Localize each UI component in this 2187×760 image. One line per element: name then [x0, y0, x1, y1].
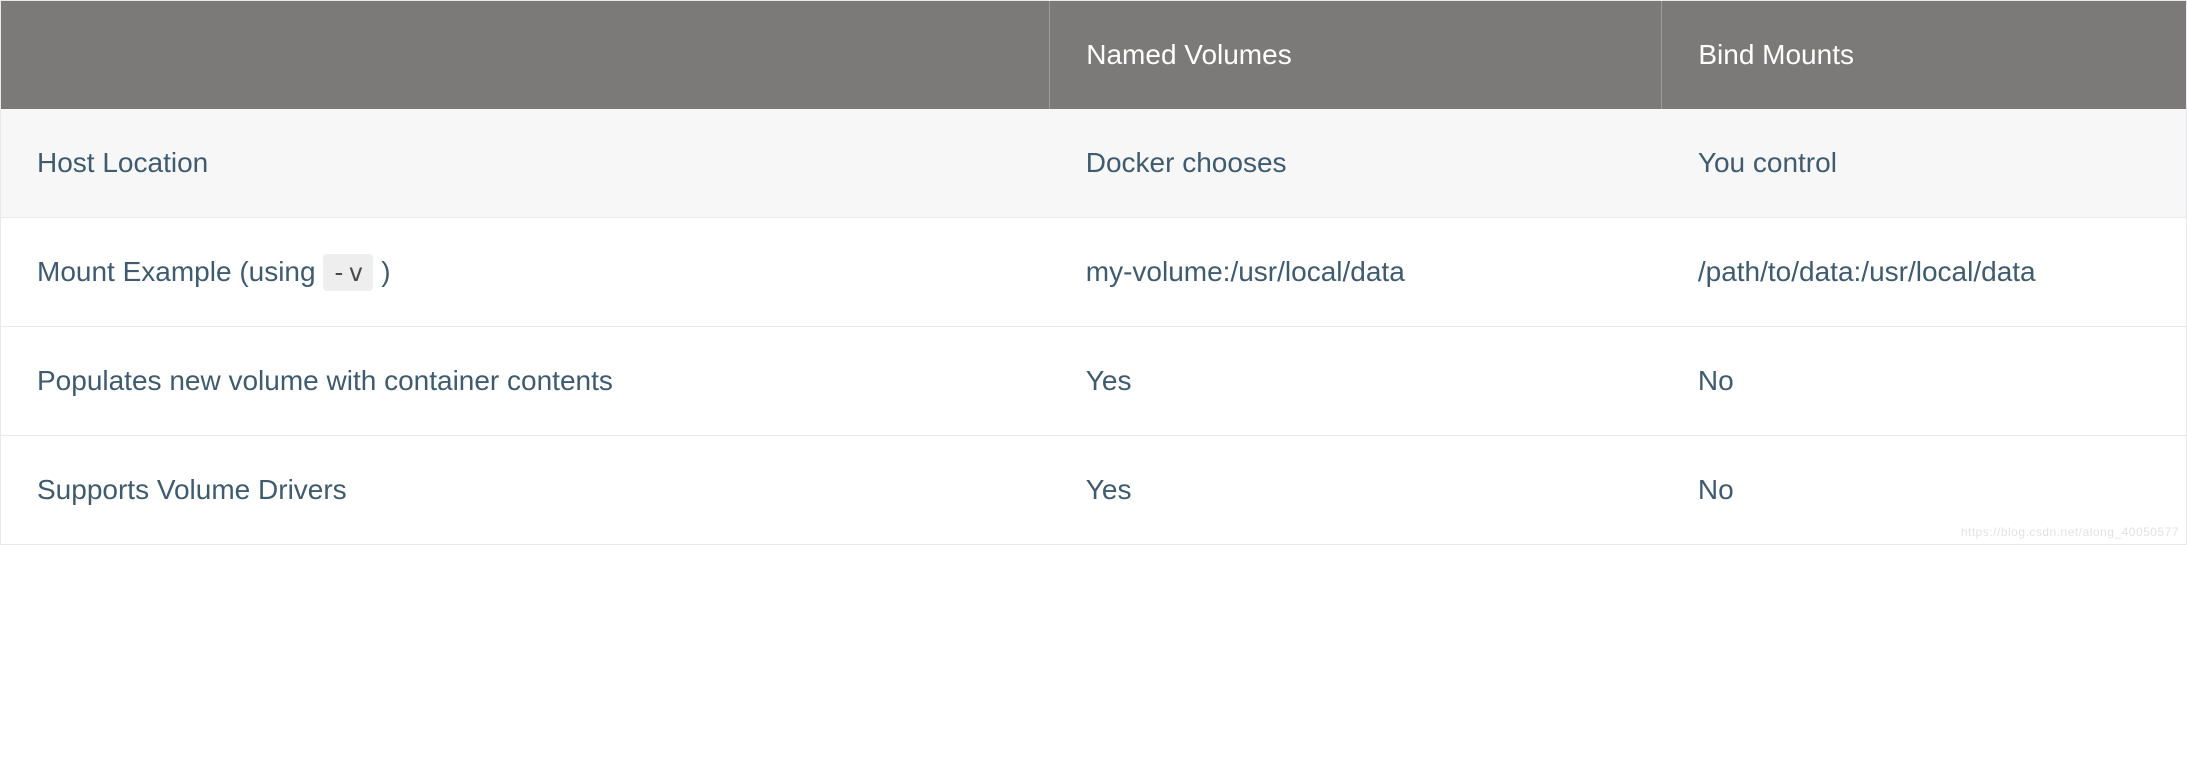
named-volumes-cell: Yes — [1050, 436, 1662, 545]
table-row: Supports Volume DriversYesNo — [1, 436, 2187, 545]
named-volumes-cell: Yes — [1050, 327, 1662, 436]
comparison-table-wrap: Named Volumes Bind Mounts Host Location D… — [0, 0, 2187, 545]
table-body: Host LocationDocker choosesYou controlMo… — [1, 109, 2187, 545]
table-header: Named Volumes Bind Mounts — [1, 1, 2187, 110]
feature-text-prefix: Populates new volume with container cont… — [37, 365, 613, 396]
inline-code: -v — [323, 254, 373, 291]
table-row: Mount Example (using -v )my-volume:/usr/… — [1, 218, 2187, 327]
bind-mounts-cell: You control — [1662, 109, 2187, 218]
feature-cell: Populates new volume with container cont… — [1, 327, 1050, 436]
feature-cell: Host Location — [1, 109, 1050, 218]
header-cell-named-volumes: Named Volumes — [1050, 1, 1662, 110]
comparison-table: Named Volumes Bind Mounts Host Location D… — [0, 0, 2187, 545]
feature-text-prefix: Supports Volume Drivers — [37, 474, 347, 505]
table-row: Populates new volume with container cont… — [1, 327, 2187, 436]
feature-cell: Mount Example (using -v ) — [1, 218, 1050, 327]
feature-cell: Supports Volume Drivers — [1, 436, 1050, 545]
table-row: Host Location Docker choosesYou control — [1, 109, 2187, 218]
feature-text-prefix: Host Location — [37, 147, 208, 178]
feature-text-suffix: ) — [373, 256, 390, 287]
named-volumes-cell: my-volume:/usr/local/data — [1050, 218, 1662, 327]
header-cell-empty — [1, 1, 1050, 110]
named-volumes-cell: Docker chooses — [1050, 109, 1662, 218]
watermark-text: https://blog.csdn.net/along_40050577 — [1961, 525, 2179, 539]
feature-text-prefix: Mount Example (using — [37, 256, 323, 287]
header-row: Named Volumes Bind Mounts — [1, 1, 2187, 110]
header-cell-bind-mounts: Bind Mounts — [1662, 1, 2187, 110]
bind-mounts-cell: /path/to/data:/usr/local/data — [1662, 218, 2187, 327]
bind-mounts-cell: No — [1662, 327, 2187, 436]
